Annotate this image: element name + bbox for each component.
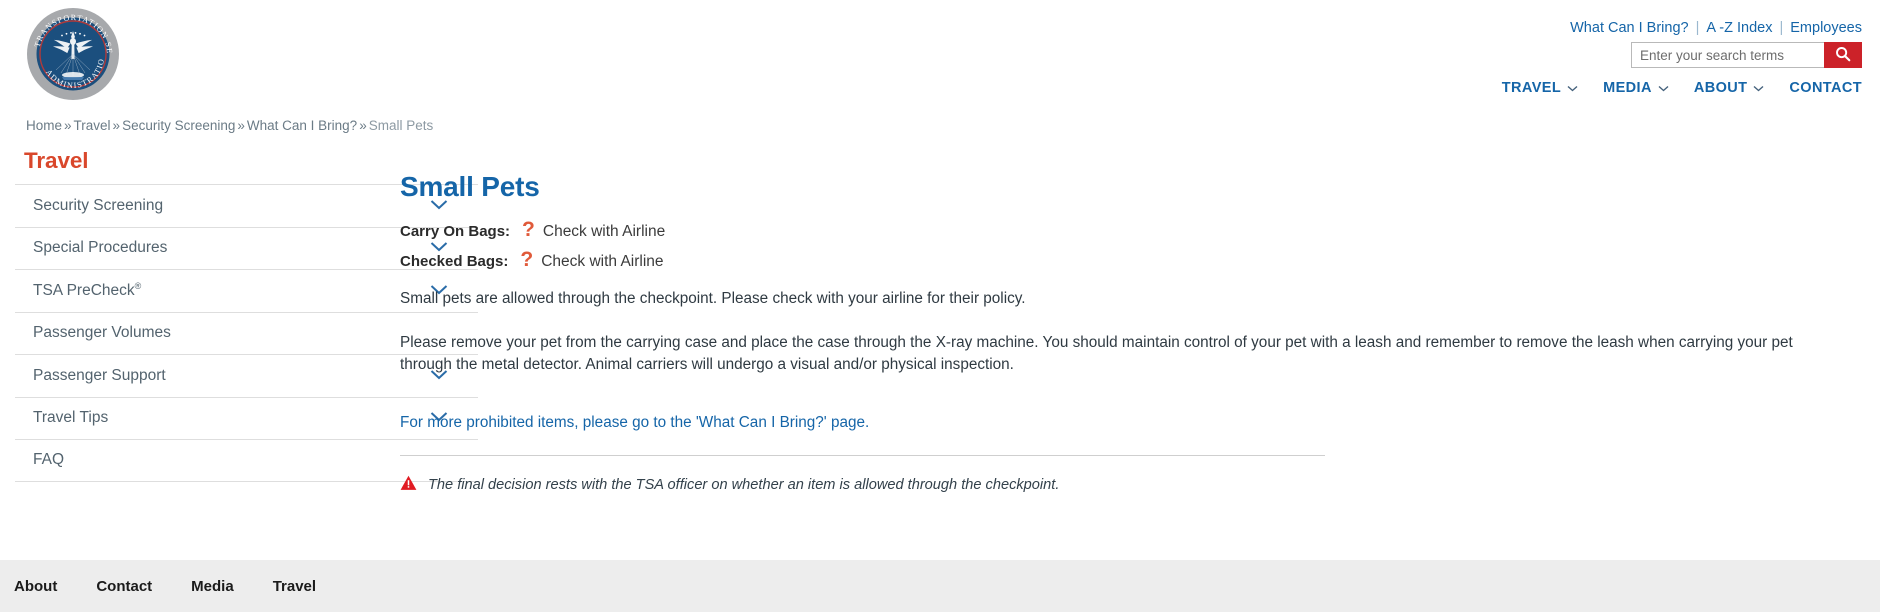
utility-nav: What Can I Bring? | A -Z Index | Employees xyxy=(1570,20,1862,36)
sidebar-item-label: Security Screening xyxy=(33,196,164,214)
final-decision-notice: The final decision rests with the TSA of… xyxy=(400,475,1860,496)
utility-link-employees[interactable]: Employees xyxy=(1790,20,1862,36)
sidebar-item-label: Passenger Volumes xyxy=(33,324,171,342)
page-root: TRANSPORTATION SECURITY ADMINISTRATION W… xyxy=(0,0,1880,612)
footer-link-about[interactable]: About xyxy=(14,578,57,595)
breadcrumb-separator: » xyxy=(359,118,367,133)
main-content: Small Pets Carry On Bags: ? Check with A… xyxy=(400,148,1860,496)
search-input[interactable] xyxy=(1631,42,1824,68)
breadcrumb-item-what-can-i-bring[interactable]: What Can I Bring? xyxy=(247,118,357,133)
nav-label: TRAVEL xyxy=(1501,80,1562,96)
search-icon xyxy=(1835,46,1851,65)
carry-on-bags-label: Carry On Bags: xyxy=(400,223,511,240)
content-paragraph-1: Small pets are allowed through the check… xyxy=(400,290,1026,307)
prohibited-items-link[interactable]: For more prohibited items, please go to … xyxy=(400,414,869,432)
question-mark-icon: ? xyxy=(522,218,535,241)
nav-item-contact[interactable]: CONTACT xyxy=(1789,80,1862,96)
footer-link-travel[interactable]: Travel xyxy=(273,578,316,595)
nav-item-about[interactable]: ABOUT xyxy=(1694,80,1765,96)
sidebar-item-label: Special Procedures xyxy=(33,239,168,257)
content-divider xyxy=(400,454,1325,456)
carry-on-bags-value: Check with Airline xyxy=(542,223,666,240)
breadcrumb-separator: » xyxy=(64,118,72,133)
site-header: TRANSPORTATION SECURITY ADMINISTRATION W… xyxy=(0,0,1880,130)
question-mark-icon: ? xyxy=(520,248,534,271)
breadcrumb: Home» Travel» Security Screening» What Can … xyxy=(26,118,433,133)
chevron-down-icon xyxy=(1658,80,1669,96)
utility-separator: | xyxy=(1695,20,1700,36)
footer-link-media[interactable]: Media xyxy=(191,578,234,595)
warning-triangle-icon xyxy=(400,475,417,496)
site-footer: About Contact Media Travel xyxy=(0,560,1880,612)
breadcrumb-item-current: Small Pets xyxy=(368,118,434,133)
search-button[interactable] xyxy=(1824,42,1862,68)
checked-bags-label: Checked Bags: xyxy=(400,253,509,270)
nav-item-media[interactable]: MEDIA xyxy=(1603,80,1669,96)
tsa-seal-logo[interactable]: TRANSPORTATION SECURITY ADMINISTRATION xyxy=(26,7,120,101)
notice-text: The final decision rests with the TSA of… xyxy=(428,477,1060,494)
utility-separator: | xyxy=(1779,20,1784,36)
breadcrumb-item-security-screening[interactable]: Security Screening xyxy=(122,118,235,133)
content-paragraph-2: Please remove your pet from the carrying… xyxy=(400,334,1793,374)
nav-label: MEDIA xyxy=(1603,80,1652,96)
sidebar-item-label: FAQ xyxy=(33,451,65,469)
sidebar-item-label: Travel Tips xyxy=(33,409,109,427)
checked-bags-row: Checked Bags: ? Check with Airline xyxy=(400,249,1860,271)
checked-bags-value: Check with Airline xyxy=(541,253,664,270)
chevron-down-icon xyxy=(1753,80,1764,96)
nav-label: CONTACT xyxy=(1789,80,1862,96)
footer-link-contact[interactable]: Contact xyxy=(96,578,152,595)
chevron-down-icon xyxy=(1567,80,1578,96)
utility-link-what-can-i-bring[interactable]: What Can I Bring? xyxy=(1570,20,1688,36)
page-title: Small Pets xyxy=(400,171,540,202)
breadcrumb-separator: » xyxy=(112,118,121,133)
breadcrumb-item-travel[interactable]: Travel xyxy=(74,118,111,133)
utility-link-a-z-index[interactable]: A -Z Index xyxy=(1706,20,1772,36)
sidebar-item-label: Passenger Support xyxy=(33,366,166,384)
breadcrumb-item-home[interactable]: Home xyxy=(26,118,62,133)
sidebar-item-label: TSA PreCheck® xyxy=(33,281,142,300)
carry-on-bags-row: Carry On Bags: ? Check with Airline xyxy=(400,219,1860,241)
breadcrumb-separator: » xyxy=(237,118,245,133)
nav-item-travel[interactable]: TRAVEL xyxy=(1502,80,1578,96)
site-search xyxy=(1631,42,1862,68)
body-area: Travel Security Screening Special Proced… xyxy=(0,148,1880,493)
main-nav: TRAVEL MEDIA ABOUT CONTACT xyxy=(1502,80,1862,96)
nav-label: ABOUT xyxy=(1693,80,1748,96)
